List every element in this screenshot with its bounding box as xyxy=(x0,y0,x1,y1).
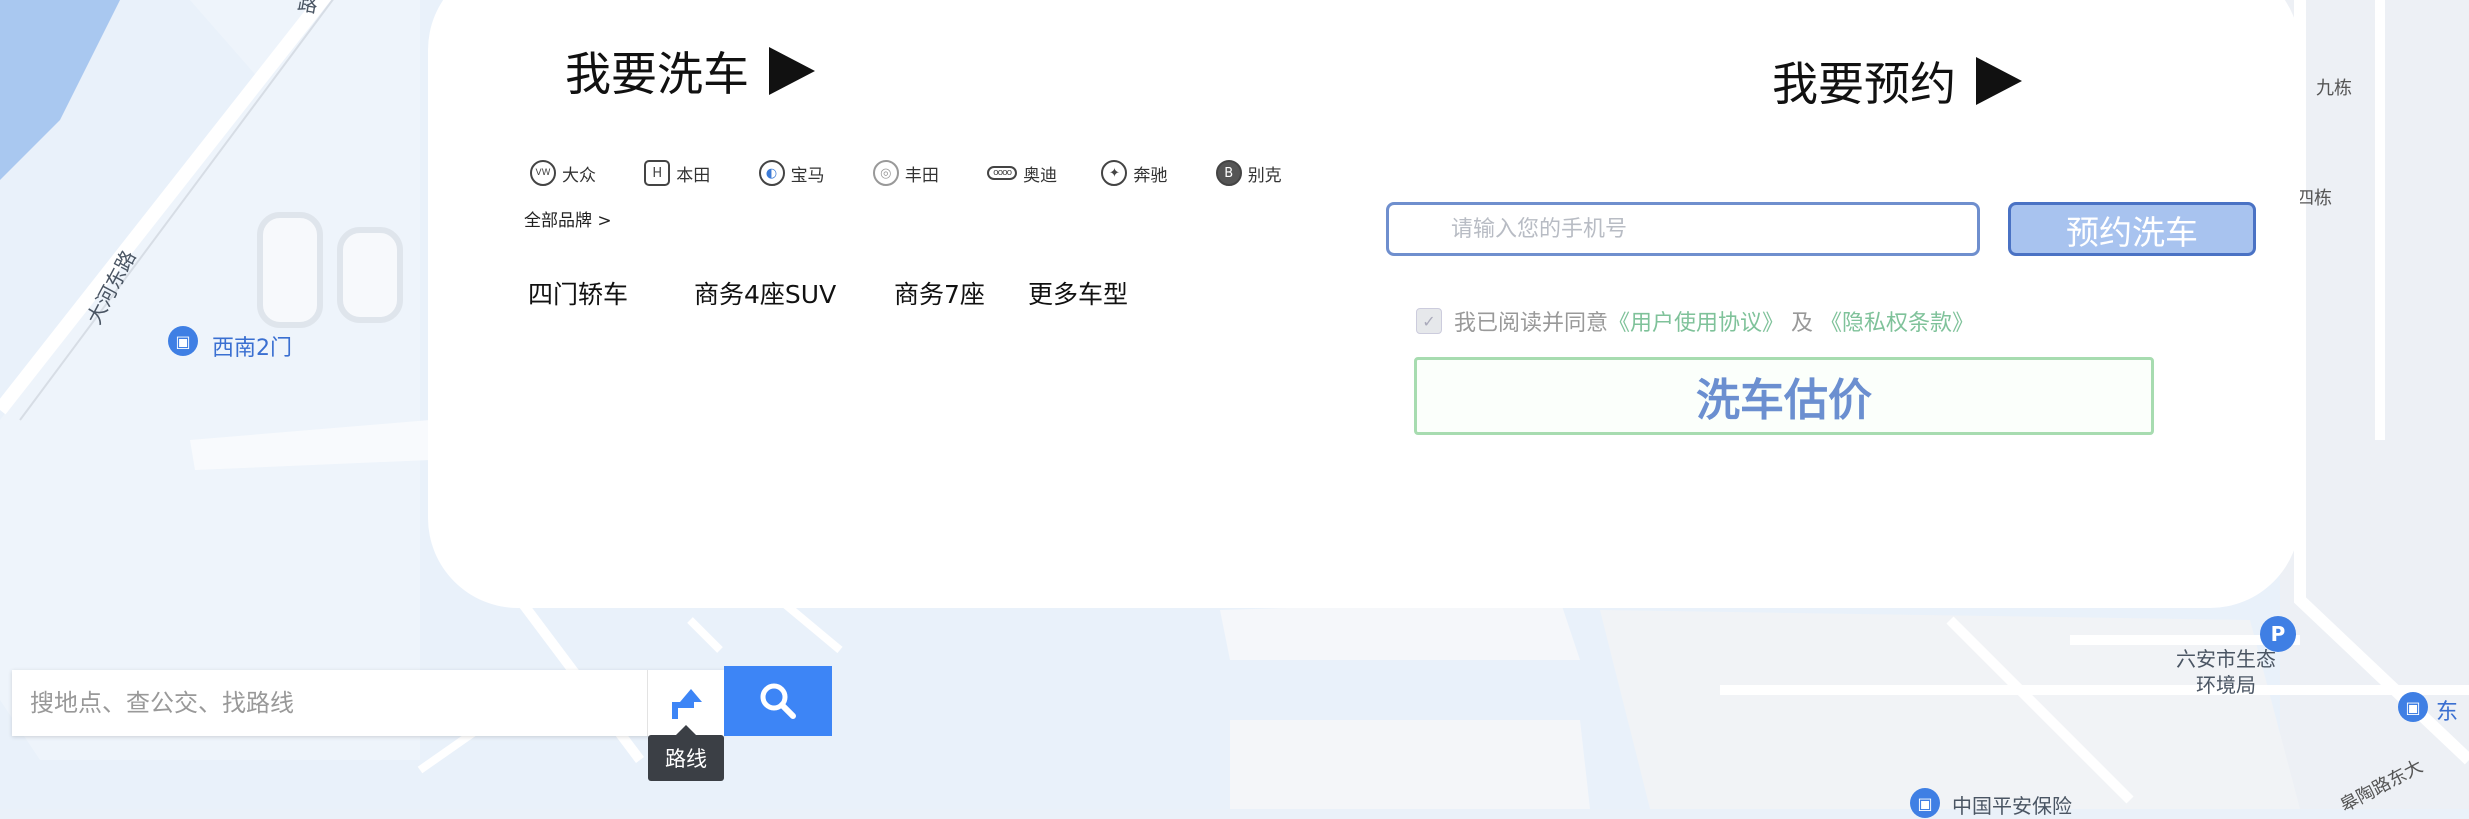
brand-item-buick[interactable]: B 别克 xyxy=(1215,160,1330,186)
vw-logo-icon: VW xyxy=(530,160,556,186)
car-type-sedan[interactable]: 四门轿车 xyxy=(528,275,694,311)
car-type-list: 四门轿车 商务4座SUV 商务7座 更多车型 xyxy=(528,275,1128,311)
book-wash-button[interactable]: 预约洗车 xyxy=(2008,202,2256,256)
map-poi-label[interactable]: 中国平安保险 xyxy=(1952,790,2072,819)
wash-heading-text: 我要洗车 xyxy=(565,47,749,101)
bmw-logo-icon: ◐ xyxy=(758,160,785,186)
brand-list: VW 大众 H 本田 ◐ 宝马 ◎ 丰田 oooo 奥迪 ✦ 奔驰 B 别克 xyxy=(530,160,1330,186)
brand-label: 丰田 xyxy=(904,165,939,186)
agree-text: 我已阅读并同意《用户使用协议》 及 《隐私权条款》 xyxy=(1454,305,1974,337)
agreement-row: ✓ 我已阅读并同意《用户使用协议》 及 《隐私权条款》 xyxy=(1416,305,1974,337)
search-button[interactable] xyxy=(724,666,832,736)
brand-label: 本田 xyxy=(676,165,711,186)
honda-logo-icon: H xyxy=(644,160,671,186)
brand-item-vw[interactable]: VW 大众 xyxy=(530,160,644,186)
brand-label: 大众 xyxy=(562,165,596,186)
search-icon xyxy=(760,683,796,719)
all-brands-link[interactable]: 全部品牌 > xyxy=(524,206,612,231)
buick-logo-icon: B xyxy=(1215,160,1242,186)
map-poi-label[interactable]: 西南2门 xyxy=(212,330,292,362)
building-marker-icon[interactable]: ▣ xyxy=(1910,788,1940,818)
booking-heading-text: 我要预约 xyxy=(1772,57,1956,111)
map-poi-label[interactable]: 东 xyxy=(2436,694,2458,726)
map-block-label: 四栋 xyxy=(2296,188,2332,209)
play-arrow-icon[interactable] xyxy=(769,47,815,95)
map-poi-label[interactable]: 六安市生态 环境局 xyxy=(2176,646,2276,698)
route-tooltip: 路线 xyxy=(648,725,724,781)
brand-item-bmw[interactable]: ◐ 宝马 xyxy=(758,160,873,186)
agree-prefix: 我已阅读并同意 xyxy=(1454,311,1609,336)
brand-label: 奥迪 xyxy=(1023,165,1058,186)
search-input[interactable] xyxy=(12,672,647,734)
building-marker-icon[interactable]: ▣ xyxy=(2398,692,2428,722)
benz-logo-icon: ✦ xyxy=(1101,160,1128,186)
audi-logo-icon: oooo xyxy=(987,166,1018,180)
brand-item-toyota[interactable]: ◎ 丰田 xyxy=(872,160,987,186)
car-type-mpv[interactable]: 商务7座 xyxy=(894,275,1028,311)
wash-heading: 我要洗车 xyxy=(565,38,815,104)
car-type-more[interactable]: 更多车型 xyxy=(1028,275,1128,311)
car-type-suv[interactable]: 商务4座SUV xyxy=(694,275,894,311)
agree-and: 及 xyxy=(1791,311,1814,336)
play-arrow-icon[interactable] xyxy=(1976,57,2022,105)
brand-item-benz[interactable]: ✦ 奔驰 xyxy=(1101,160,1215,186)
brand-label: 宝马 xyxy=(790,165,825,186)
phone-input[interactable] xyxy=(1386,202,1980,256)
privacy-policy-link[interactable]: 《隐私权条款》 xyxy=(1820,311,1974,336)
toyota-logo-icon: ◎ xyxy=(872,160,899,186)
booking-heading: 我要预约 xyxy=(1772,48,2022,114)
brand-label: 别克 xyxy=(1247,165,1282,186)
wash-estimate-button[interactable]: 洗车估价 xyxy=(1414,357,2154,435)
brand-label: 奔驰 xyxy=(1133,165,1168,186)
brand-item-honda[interactable]: H 本田 xyxy=(644,160,758,186)
brand-item-audi[interactable]: oooo 奥迪 xyxy=(987,160,1101,186)
route-arrow-icon xyxy=(672,689,702,719)
map-block-label: 九栋 xyxy=(2316,78,2352,99)
user-agreement-link[interactable]: 《用户使用协议》 xyxy=(1608,311,1784,336)
agree-checkbox[interactable]: ✓ xyxy=(1416,308,1442,334)
building-marker-icon[interactable]: ▣ xyxy=(168,326,198,356)
map-search-box xyxy=(12,670,724,736)
